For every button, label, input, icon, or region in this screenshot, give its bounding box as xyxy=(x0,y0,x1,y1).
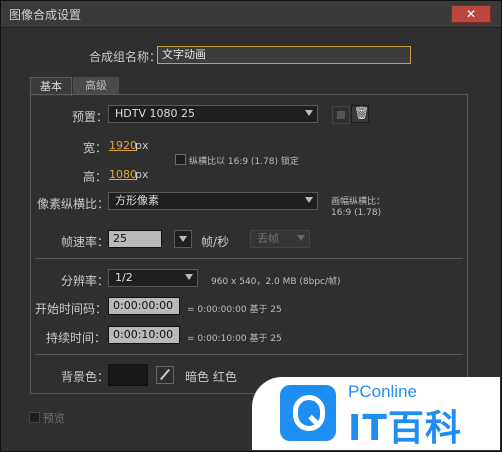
drop-frame-dropdown: 丢帧 xyxy=(250,230,310,248)
start-timecode-input[interactable]: 0:00:00:00 xyxy=(108,297,180,315)
comp-name-label: 合成组名称： xyxy=(89,50,162,64)
title-bar: 图像合成设置 ✕ xyxy=(1,1,501,28)
pconline-logo-icon xyxy=(280,385,336,441)
frame-aspect-value: 16:9 (1.78) xyxy=(331,208,382,218)
drop-frame-value: 丢帧 xyxy=(257,232,279,245)
frame-rate-dropdown-button[interactable] xyxy=(174,230,192,248)
frame-rate-input[interactable]: 25 xyxy=(108,230,162,248)
lock-ratio-checkbox[interactable] xyxy=(175,154,186,165)
pixel-aspect-label: 像素纵横比： xyxy=(37,197,110,211)
chevron-down-icon xyxy=(179,236,187,242)
close-icon: ✕ xyxy=(465,7,477,21)
resolution-dropdown[interactable]: 1/2 xyxy=(108,269,198,287)
duration-input[interactable]: 0:00:10:00 xyxy=(108,326,180,344)
chevron-down-icon xyxy=(297,235,305,241)
width-unit: px xyxy=(135,139,149,152)
watermark: PConline IT百科 xyxy=(252,377,500,450)
window-title: 图像合成设置 xyxy=(9,8,82,22)
eyedropper-button[interactable] xyxy=(156,366,174,384)
background-color-swatch[interactable] xyxy=(108,364,148,386)
chevron-down-icon xyxy=(305,197,313,203)
resolution-info: 960 x 540，2.0 MB (8bpc/帧) xyxy=(211,277,341,287)
tab-advanced[interactable]: 高级 xyxy=(73,77,119,95)
watermark-name: IT百科 xyxy=(348,408,462,449)
resolution-value: 1/2 xyxy=(115,271,133,284)
frame-rate-label: 帧速率： xyxy=(61,235,110,249)
height-unit: px xyxy=(135,168,149,181)
preview-checkbox[interactable] xyxy=(29,412,40,423)
chevron-down-icon xyxy=(305,110,313,116)
resolution-label: 分辨率： xyxy=(61,274,110,288)
duration-info: = 0:00:10:00 基于 25 xyxy=(187,334,282,344)
eyedropper-icon xyxy=(160,368,170,381)
preset-value: HDTV 1080 25 xyxy=(115,107,195,120)
divider xyxy=(35,354,463,355)
background-color-name: 暗色 红色 xyxy=(185,370,237,384)
width-value[interactable]: 1920 xyxy=(109,139,137,152)
height-value[interactable]: 1080 xyxy=(109,168,137,181)
divider xyxy=(35,258,463,259)
start-timecode-label: 开始时间码： xyxy=(35,302,108,316)
duration-label: 持续时间： xyxy=(46,331,107,345)
frame-rate-unit: 帧/秒 xyxy=(201,235,230,249)
background-color-label: 背景色： xyxy=(61,370,110,384)
width-label: 宽： xyxy=(83,141,108,155)
chevron-down-icon xyxy=(185,274,193,280)
comp-name-input[interactable]: 文字动画 xyxy=(157,46,411,64)
delete-preset-button[interactable]: 🗑 xyxy=(351,105,369,123)
frame-aspect-label: 画幅纵横比： xyxy=(331,197,386,207)
pixel-aspect-value: 方形像素 xyxy=(115,194,159,207)
start-timecode-info: = 0:00:00:00 基于 25 xyxy=(187,305,282,315)
preset-label: 预置： xyxy=(72,110,109,124)
trash-icon: 🗑 xyxy=(354,106,370,120)
preview-label: 预览 xyxy=(43,412,65,425)
preset-dropdown[interactable]: HDTV 1080 25 xyxy=(108,105,318,123)
save-icon xyxy=(337,111,345,119)
close-button[interactable]: ✕ xyxy=(451,5,491,23)
lock-ratio-label: 纵横比以 16:9 (1.78) 锁定 xyxy=(189,157,299,167)
pixel-aspect-dropdown[interactable]: 方形像素 xyxy=(108,192,318,210)
save-preset-button[interactable] xyxy=(332,106,350,124)
height-label: 高： xyxy=(83,170,108,184)
